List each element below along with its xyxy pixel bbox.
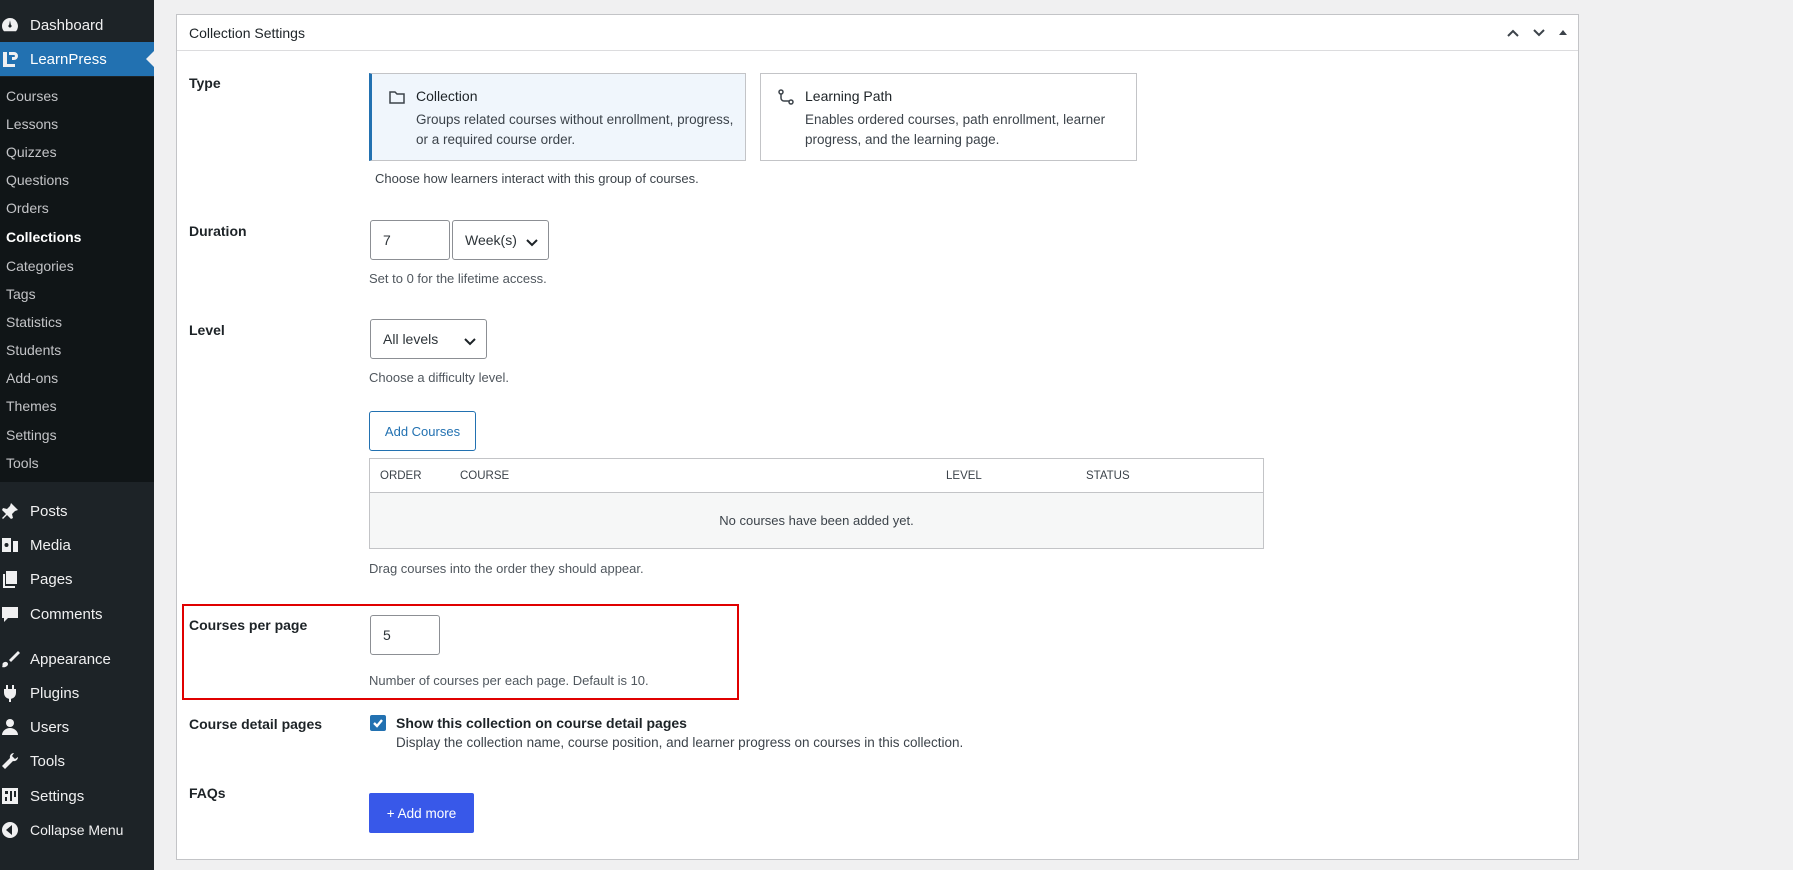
menu-settings[interactable]: Settings — [0, 779, 154, 813]
submenu-questions[interactable]: Questions — [6, 170, 69, 190]
submenu-addons[interactable]: Add-ons — [6, 368, 58, 388]
level-select[interactable]: All levels — [370, 319, 487, 359]
column-level: LEVEL — [946, 470, 982, 482]
menu-plugins[interactable]: Plugins — [0, 676, 154, 710]
move-up-button[interactable] — [1503, 23, 1523, 43]
toggle-panel-button[interactable] — [1553, 23, 1573, 43]
learnpress-icon — [0, 49, 30, 69]
submenu-tools[interactable]: Tools — [6, 453, 39, 473]
media-icon — [0, 535, 30, 555]
menu-appearance[interactable]: Appearance — [0, 642, 154, 676]
folder-icon — [388, 88, 406, 106]
detail-pages-label: Course detail pages — [189, 716, 323, 732]
per-page-help: Number of courses per each page. Default… — [369, 673, 649, 688]
chevron-up-icon — [1507, 29, 1519, 37]
menu-users[interactable]: Users — [0, 710, 154, 744]
duration-input[interactable]: 7 — [370, 220, 450, 260]
menu-comments[interactable]: Comments — [0, 597, 154, 631]
menu-collapse[interactable]: Collapse Menu — [0, 813, 154, 847]
submenu-courses[interactable]: Courses — [6, 86, 58, 106]
pin-icon — [0, 501, 30, 521]
type-label: Type — [189, 75, 221, 91]
submenu-quizzes[interactable]: Quizzes — [6, 142, 57, 162]
plugin-icon — [0, 683, 30, 703]
courses-table: ORDER COURSE LEVEL STATUS No courses hav… — [369, 458, 1264, 549]
submenu-collections[interactable]: Collections — [6, 227, 81, 247]
duration-help: Set to 0 for the lifetime access. — [369, 271, 547, 286]
collection-settings-panel: Collection Settings Type Collection Grou… — [176, 14, 1579, 860]
column-status: STATUS — [1086, 470, 1130, 482]
menu-posts[interactable]: Posts — [0, 494, 154, 528]
collapse-icon — [0, 820, 30, 840]
detail-pages-checkbox[interactable] — [370, 715, 386, 731]
submenu-orders[interactable]: Orders — [6, 198, 49, 218]
type-option-learning-path[interactable]: Learning Path Enables ordered courses, p… — [760, 73, 1137, 161]
table-header: ORDER COURSE LEVEL STATUS — [370, 459, 1263, 493]
add-courses-button[interactable]: Add Courses — [369, 411, 476, 451]
column-order: ORDER — [380, 470, 422, 482]
learnpress-submenu: Courses Lessons Quizzes Questions Orders… — [0, 77, 154, 482]
comment-icon — [0, 604, 30, 624]
detail-pages-help: Display the collection name, course posi… — [396, 735, 964, 750]
chevron-down-icon — [1533, 29, 1545, 37]
submenu-tags[interactable]: Tags — [6, 284, 36, 304]
duration-label: Duration — [189, 223, 247, 239]
duration-unit-select[interactable]: Week(s) — [452, 220, 549, 260]
submenu-lessons[interactable]: Lessons — [6, 114, 58, 134]
submenu-themes[interactable]: Themes — [6, 396, 57, 416]
chevron-down-icon — [464, 334, 476, 346]
table-empty-row: No courses have been added yet. — [370, 493, 1263, 548]
submenu-statistics[interactable]: Statistics — [6, 312, 62, 332]
menu-media[interactable]: Media — [0, 528, 154, 562]
level-label: Level — [189, 322, 225, 338]
faqs-label: FAQs — [189, 785, 226, 801]
submenu-settings[interactable]: Settings — [6, 425, 57, 445]
submenu-categories[interactable]: Categories — [6, 256, 74, 276]
menu-dashboard[interactable]: Dashboard — [0, 8, 154, 42]
panel-title: Collection Settings — [189, 25, 305, 41]
type-option-collection[interactable]: Collection Groups related courses withou… — [369, 73, 746, 161]
column-course: COURSE — [460, 470, 510, 482]
checkmark-icon — [373, 719, 383, 728]
admin-sidebar: Dashboard LearnPress Courses Lessons Qui… — [0, 0, 154, 870]
menu-tools[interactable]: Tools — [0, 744, 154, 778]
detail-pages-checkbox-label[interactable]: Show this collection on course detail pa… — [396, 715, 687, 731]
route-icon — [777, 88, 795, 106]
dashboard-icon — [0, 15, 30, 35]
add-more-faq-button[interactable]: + Add more — [369, 793, 474, 833]
brush-icon — [0, 649, 30, 669]
panel-header: Collection Settings — [177, 15, 1578, 51]
triangle-up-icon — [1559, 30, 1567, 35]
menu-learnpress[interactable]: LearnPress — [0, 42, 154, 76]
submenu-students[interactable]: Students — [6, 340, 61, 360]
move-down-button[interactable] — [1529, 23, 1549, 43]
settings-icon — [0, 786, 30, 806]
pages-icon — [0, 569, 30, 589]
courses-help: Drag courses into the order they should … — [369, 561, 644, 576]
user-icon — [0, 717, 30, 737]
wrench-icon — [0, 751, 30, 771]
level-help: Choose a difficulty level. — [369, 370, 509, 385]
chevron-down-icon — [526, 235, 538, 247]
type-help: Choose how learners interact with this g… — [375, 171, 699, 186]
menu-pages[interactable]: Pages — [0, 562, 154, 596]
per-page-label: Courses per page — [189, 617, 308, 633]
per-page-input[interactable]: 5 — [370, 615, 440, 655]
